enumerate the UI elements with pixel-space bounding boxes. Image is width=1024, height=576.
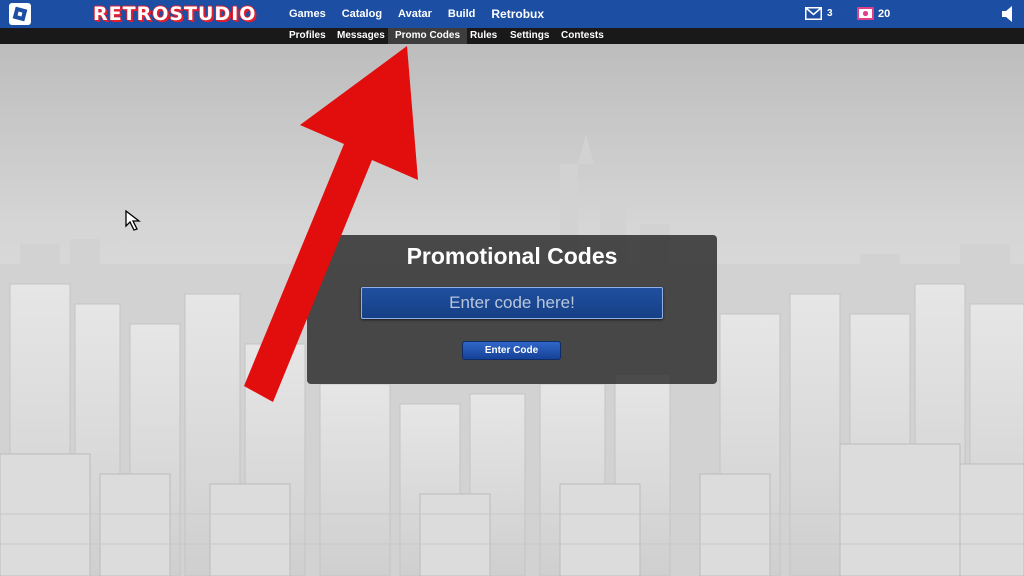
subnav-rules[interactable]: Rules	[466, 28, 501, 44]
promo-code-input[interactable]	[361, 287, 663, 319]
subnav-messages[interactable]: Messages	[333, 28, 389, 44]
envelope-icon[interactable]	[805, 7, 822, 20]
nav-retrobux[interactable]: Retrobux	[491, 0, 544, 28]
sub-nav-bar: Profiles Messages Promo Codes Rules Sett…	[0, 28, 1024, 45]
subnav-settings[interactable]: Settings	[506, 28, 553, 44]
top-nav-bar: RETROSTUDIO Games Catalog Avatar Build R…	[0, 0, 1024, 29]
speaker-icon[interactable]	[1000, 5, 1018, 23]
brand-logo[interactable]: RETROSTUDIO	[93, 2, 256, 26]
enter-code-button[interactable]: Enter Code	[462, 341, 561, 360]
main-nav: Games Catalog Avatar Build Retrobux	[289, 0, 544, 28]
roblox-logo-icon[interactable]	[9, 3, 31, 25]
subnav-profiles[interactable]: Profiles	[285, 28, 330, 44]
robux-icon[interactable]	[857, 7, 874, 20]
subnav-contests[interactable]: Contests	[557, 28, 608, 44]
messages-count[interactable]: 3	[827, 7, 833, 21]
nav-avatar[interactable]: Avatar	[398, 0, 432, 28]
panel-title: Promotional Codes	[406, 243, 618, 269]
currency-count[interactable]: 20	[878, 7, 890, 21]
promo-codes-panel: Promotional Codes Enter Code	[307, 235, 717, 384]
nav-games[interactable]: Games	[289, 0, 326, 28]
subnav-promo-codes[interactable]: Promo Codes	[388, 28, 468, 44]
nav-build[interactable]: Build	[448, 0, 476, 28]
mouse-cursor-icon	[125, 210, 141, 231]
nav-catalog[interactable]: Catalog	[342, 0, 382, 28]
